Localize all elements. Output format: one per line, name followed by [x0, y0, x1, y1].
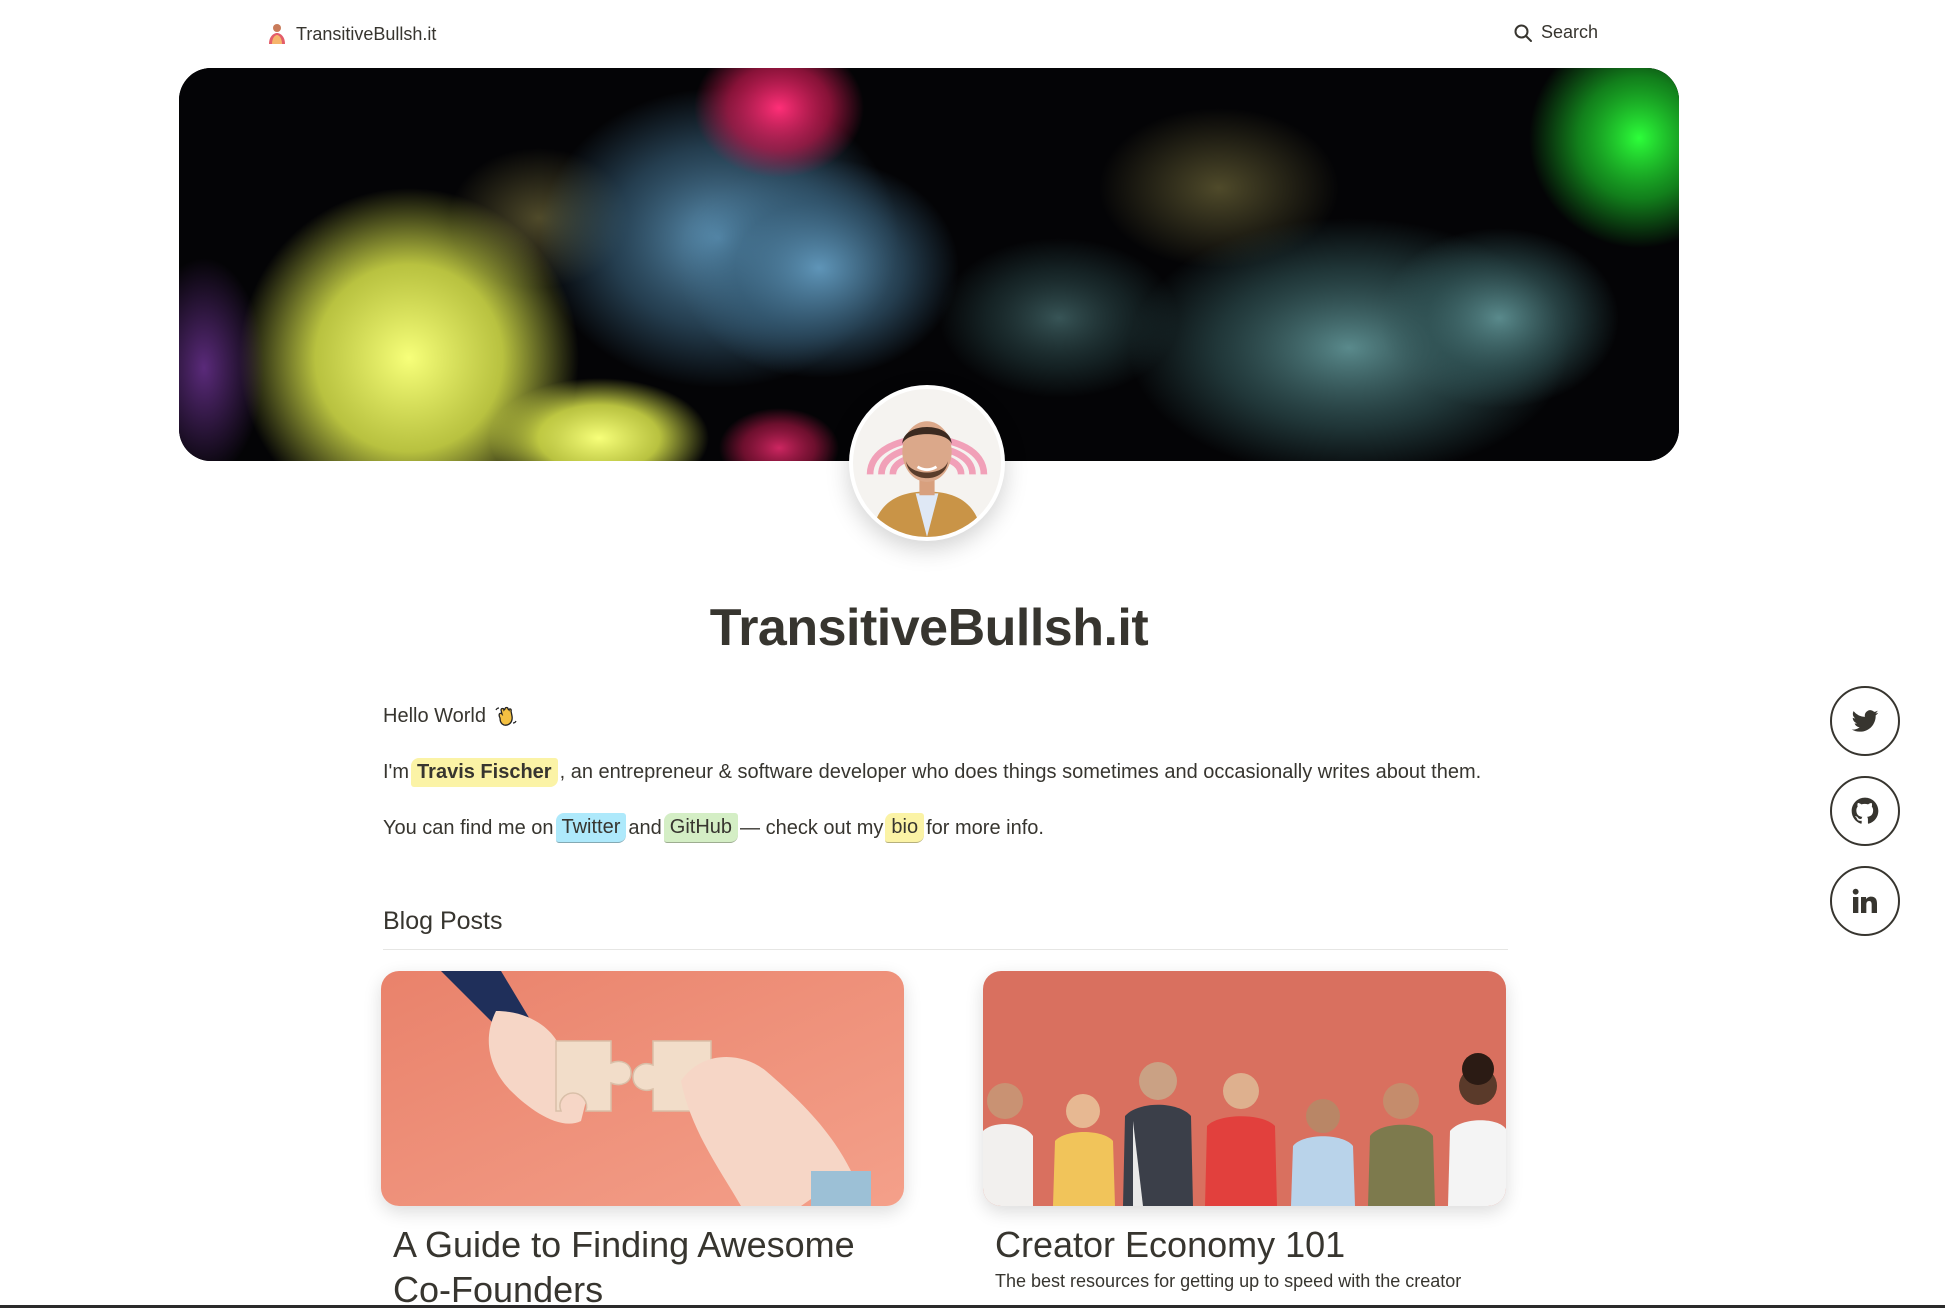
intro-hello: Hello World [383, 704, 518, 728]
blog-section-title: Blog Posts [383, 907, 503, 935]
post-cover-image [983, 971, 1506, 1206]
links-and: and [628, 816, 662, 839]
intro-links: You can find me on Twitter and GitHub — … [383, 813, 1044, 843]
search-label: Search [1541, 22, 1599, 42]
avatar [849, 385, 1005, 541]
search-icon [1513, 23, 1533, 43]
links-prefix: You can find me on [383, 816, 554, 839]
page-title: TransitiveBullsh.it [709, 599, 1149, 657]
github-icon [1851, 797, 1879, 824]
about-suffix: , an entrepreneur & software developer w… [559, 761, 1482, 783]
post-title[interactable]: A Guide to Finding Awesome Co-Founders [381, 1222, 881, 1308]
brand-name: TransitiveBullsh.it [296, 23, 437, 44]
links-mid: — check out my [740, 816, 884, 839]
twitter-icon [1851, 710, 1879, 732]
hello-text: Hello World [383, 704, 486, 727]
blog-post-card[interactable]: Creator Economy 101 The best resources f… [983, 971, 1506, 1292]
author-name: Travis Fischer [411, 758, 558, 787]
links-suffix: for more info. [926, 816, 1044, 839]
twitter-link[interactable]: Twitter [555, 813, 627, 843]
search-button[interactable]: Search [1513, 22, 1598, 43]
about-prefix: I'm [383, 761, 410, 783]
intro-about: I'm Travis Fischer , an entrepreneur & s… [383, 758, 1481, 787]
github-button[interactable] [1830, 776, 1900, 846]
brand-link[interactable]: TransitiveBullsh.it [266, 22, 436, 46]
twitter-button[interactable] [1830, 686, 1900, 756]
bio-link[interactable]: bio [885, 813, 925, 843]
post-description: The best resources for getting up to spe… [995, 1271, 1462, 1291]
waving-hand-icon [494, 704, 518, 728]
linkedin-button[interactable] [1830, 866, 1900, 936]
post-cover-image [381, 971, 904, 1206]
github-link[interactable]: GitHub [663, 813, 739, 843]
site-logo-icon [266, 22, 288, 46]
section-divider [383, 949, 1508, 950]
top-nav: TransitiveBullsh.it Search [0, 0, 1945, 68]
blog-post-card[interactable]: A Guide to Finding Awesome Co-Founders [381, 971, 904, 1308]
post-title[interactable]: Creator Economy 101 [983, 1222, 1483, 1267]
linkedin-icon [1852, 888, 1877, 913]
